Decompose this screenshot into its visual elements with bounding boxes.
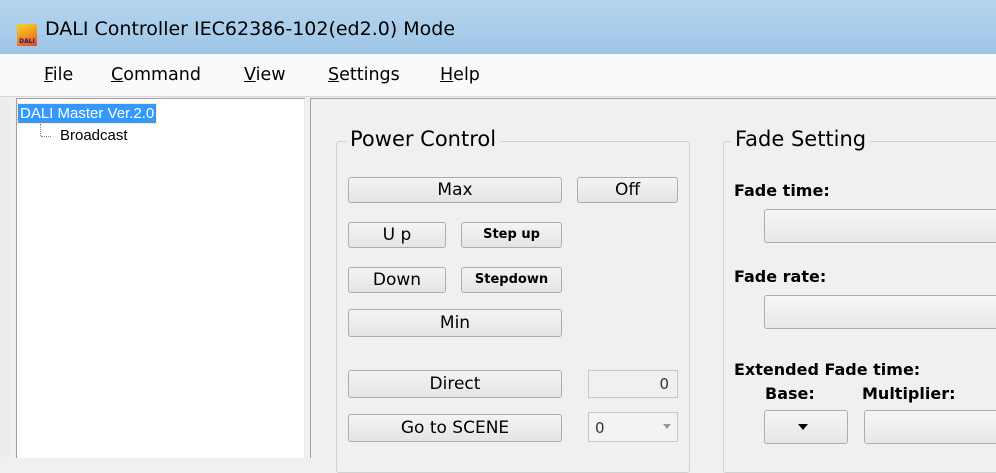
fade-setting-title: Fade Setting <box>731 127 871 151</box>
fade-rate-select[interactable] <box>764 295 996 329</box>
scene-select-value: 0 <box>595 419 605 437</box>
direct-button[interactable]: Direct <box>348 370 562 398</box>
step-down-button[interactable]: Stepdown <box>461 267 562 293</box>
menu-command[interactable]: Command <box>111 65 201 85</box>
tree-root-dali-master[interactable]: DALI Master Ver.2.0 <box>16 103 158 124</box>
dali-app-icon: DALI <box>17 24 37 46</box>
scene-select[interactable]: 0 <box>588 412 678 442</box>
menu-bar: File Command View Settings Help <box>0 54 996 97</box>
tree-connector <box>40 124 41 136</box>
direct-level-input[interactable]: 0 <box>588 370 678 398</box>
base-label: Base: <box>765 384 815 403</box>
menu-settings[interactable]: Settings <box>328 65 400 85</box>
window-left-edge <box>0 96 9 457</box>
dropdown-arrow-icon <box>798 424 808 430</box>
tree-connector <box>41 136 51 137</box>
chevron-down-icon <box>663 424 671 429</box>
down-button[interactable]: Down <box>348 267 446 293</box>
control-panel: Power Control Max Off U p Step up Down S… <box>310 98 996 473</box>
go-to-scene-button[interactable]: Go to SCENE <box>348 414 562 442</box>
multiplier-label: Multiplier: <box>862 384 956 403</box>
multiplier-select[interactable] <box>864 410 996 444</box>
min-button[interactable]: Min <box>348 309 562 337</box>
menu-file[interactable]: File <box>44 65 73 85</box>
max-button[interactable]: Max <box>348 177 562 203</box>
fade-time-select[interactable] <box>764 209 996 243</box>
tree-item-broadcast[interactable]: Broadcast <box>60 127 128 144</box>
extended-fade-time-label: Extended Fade time: <box>734 360 921 379</box>
menu-help[interactable]: Help <box>440 65 480 85</box>
up-button[interactable]: U p <box>348 222 446 248</box>
off-button[interactable]: Off <box>577 177 678 203</box>
power-control-title: Power Control <box>346 127 501 151</box>
menu-view[interactable]: View <box>244 65 286 85</box>
step-up-button[interactable]: Step up <box>461 222 562 248</box>
device-tree[interactable]: DALI Master Ver.2.0 Broadcast <box>16 98 306 458</box>
base-select[interactable] <box>764 410 848 444</box>
fade-time-label: Fade time: <box>734 181 830 200</box>
fade-rate-label: Fade rate: <box>734 267 827 286</box>
title-bar[interactable]: DALI DALI Controller IEC62386-102(ed2.0)… <box>0 0 996 54</box>
window-title: DALI Controller IEC62386-102(ed2.0) Mode <box>45 18 456 40</box>
